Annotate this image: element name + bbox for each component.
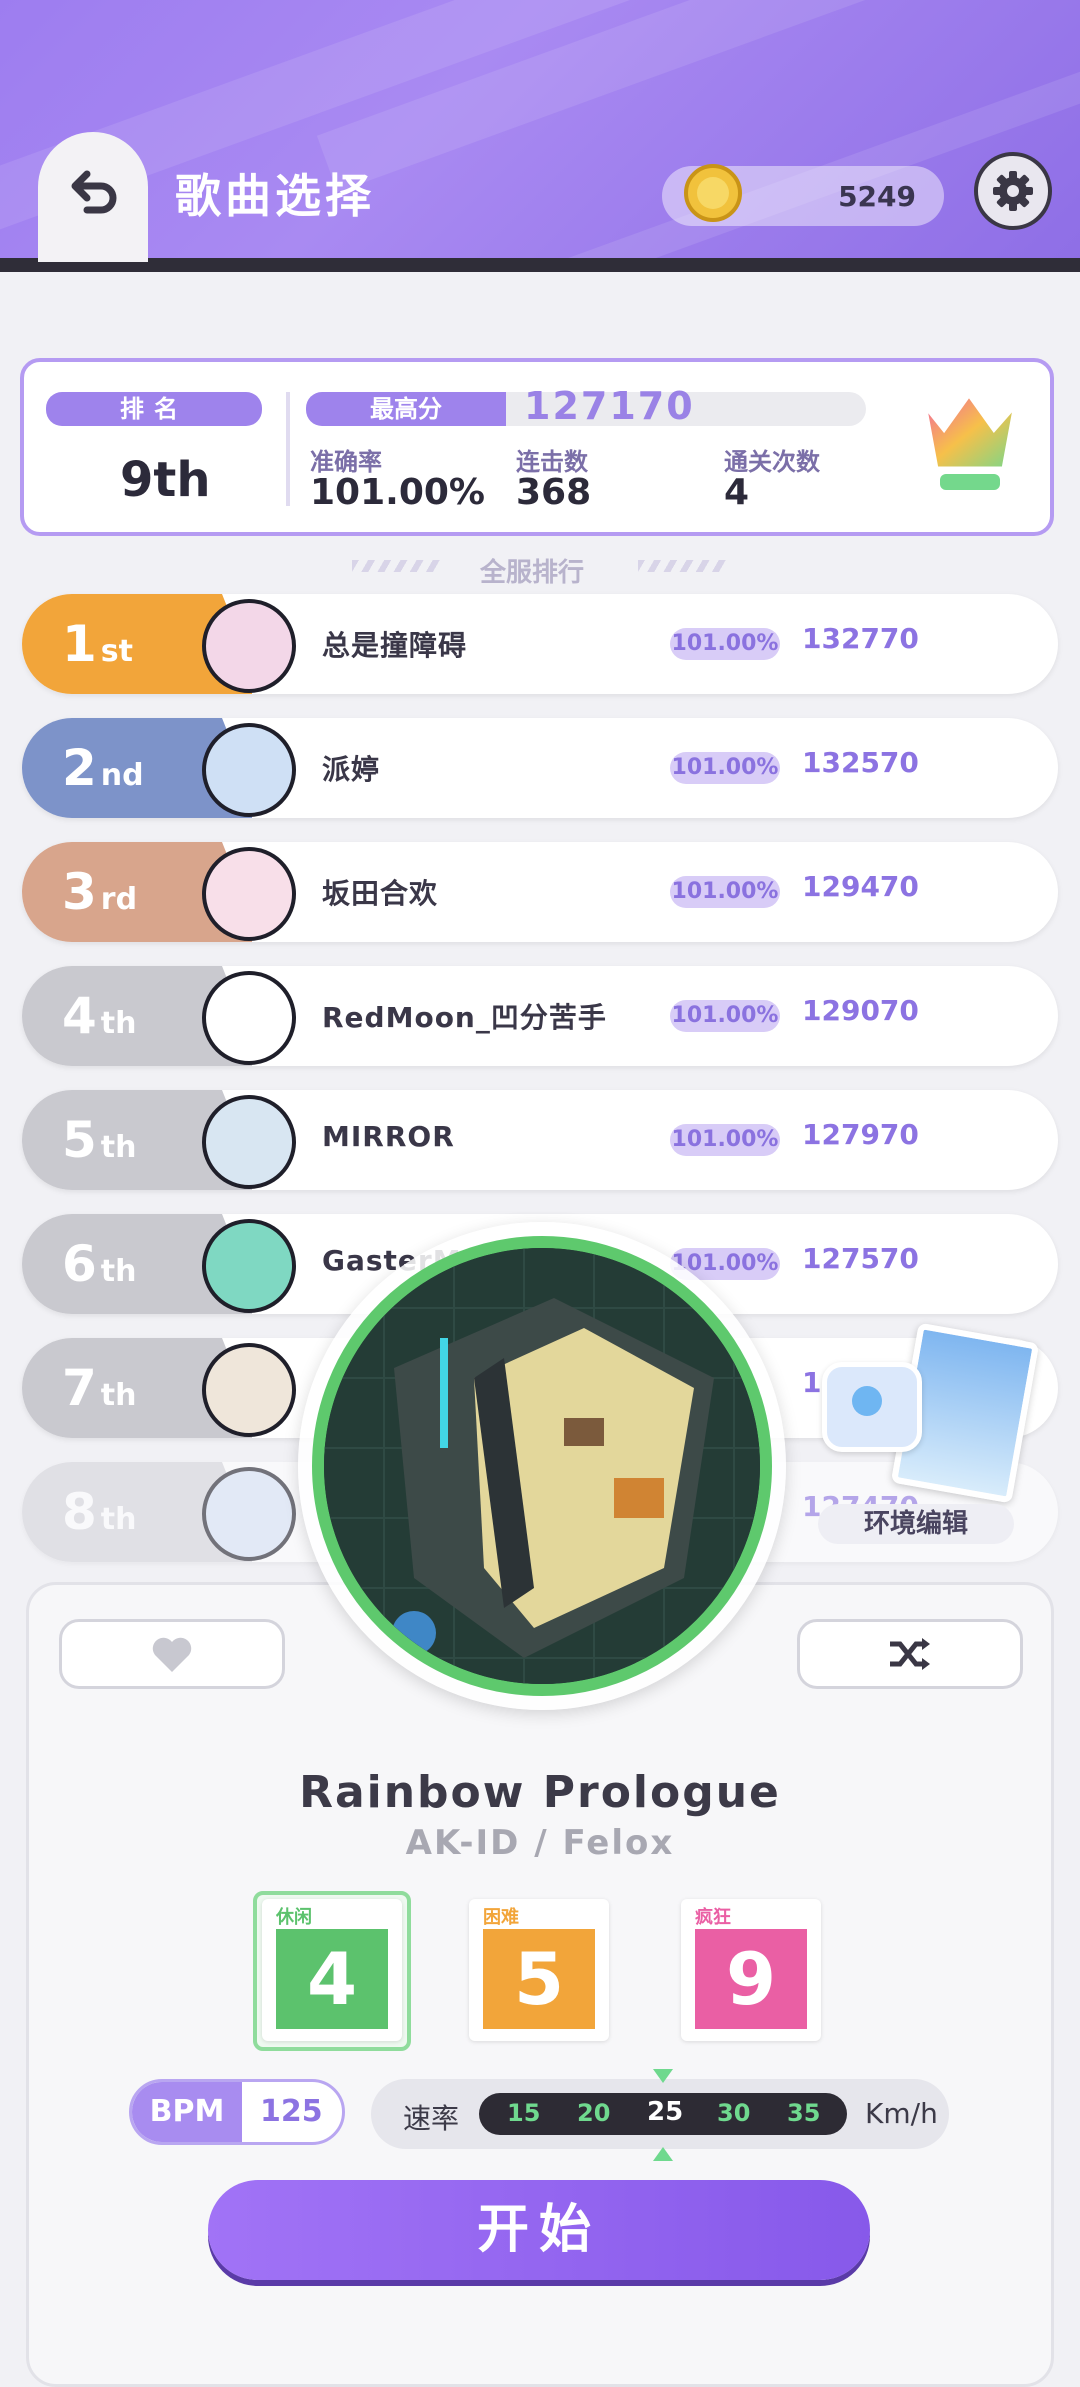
favorite-button[interactable] bbox=[59, 1619, 285, 1689]
rank-suffix: th bbox=[100, 1377, 137, 1413]
song-jacket[interactable] bbox=[312, 1236, 772, 1696]
leaderboard-row[interactable]: 5th MIRROR 101.00% 127970 bbox=[22, 1090, 1058, 1190]
player-avatar bbox=[202, 1219, 296, 1313]
rank-number: 8 bbox=[62, 1483, 97, 1541]
leaderboard-row[interactable]: 1st 总是撞障碍 101.00% 132770 bbox=[22, 594, 1058, 694]
player-avatar bbox=[202, 1343, 296, 1437]
heart-icon bbox=[152, 1637, 192, 1672]
rank-suffix: nd bbox=[100, 757, 144, 793]
difficulty-level: 5 bbox=[483, 1929, 595, 2029]
difficulty-label: 休闲 bbox=[276, 1907, 312, 1928]
page-title: 歌曲选择 bbox=[175, 169, 375, 223]
rank-suffix: rd bbox=[100, 881, 138, 917]
difficulty-crazy[interactable]: 疯狂 9 bbox=[681, 1899, 821, 2041]
bpm-label: BPM bbox=[132, 2082, 242, 2142]
player-score: 127570 bbox=[802, 1242, 919, 1275]
player-score: 129070 bbox=[802, 994, 919, 1027]
player-name: MIRROR bbox=[322, 1120, 455, 1153]
speed-option[interactable]: 15 bbox=[507, 2099, 540, 2127]
player-avatar bbox=[202, 971, 296, 1065]
difficulty-casual[interactable]: 休闲 4 bbox=[262, 1899, 402, 2041]
rank-number: 4 bbox=[62, 987, 97, 1045]
player-avatar bbox=[202, 723, 296, 817]
global-rank-label: 全服排行 bbox=[480, 558, 585, 588]
settings-button[interactable] bbox=[974, 152, 1052, 230]
coin-counter: 5249 bbox=[662, 164, 944, 226]
difficulty-level: 4 bbox=[276, 1929, 388, 2029]
rank-suffix: st bbox=[100, 633, 133, 669]
accuracy-value: 101.00% bbox=[310, 472, 485, 513]
leaderboard-row[interactable]: 3rd 坂田合欢 101.00% 129470 bbox=[22, 842, 1058, 942]
gear-icon bbox=[993, 171, 1033, 211]
environment-edit-button[interactable]: 环境编辑 bbox=[812, 1322, 1040, 1552]
difficulty-hard[interactable]: 困难 5 bbox=[469, 1899, 609, 2041]
difficulty-level: 9 bbox=[695, 1929, 807, 2029]
speed-option[interactable]: 35 bbox=[787, 2099, 820, 2127]
player-score: 129470 bbox=[802, 870, 919, 903]
player-name: 总是撞障碍 bbox=[322, 629, 468, 662]
combo-value: 368 bbox=[516, 472, 592, 513]
leaderboard-row[interactable]: 2nd 派婷 101.00% 132570 bbox=[22, 718, 1058, 818]
difficulty-label: 疯狂 bbox=[695, 1907, 731, 1928]
player-accuracy: 101.00% bbox=[670, 752, 780, 784]
player-avatar bbox=[202, 599, 296, 693]
player-score: 132770 bbox=[802, 622, 919, 655]
best-score-label: 最高分 bbox=[306, 392, 506, 426]
rank-number: 1 bbox=[62, 615, 97, 673]
header bbox=[0, 0, 1080, 272]
player-name: 坂田合欢 bbox=[322, 877, 439, 910]
difficulty-label: 困难 bbox=[483, 1907, 519, 1928]
rank-suffix: th bbox=[100, 1253, 137, 1289]
player-avatar bbox=[202, 847, 296, 941]
player-avatar bbox=[202, 1095, 296, 1189]
shuffle-button[interactable] bbox=[797, 1619, 1023, 1689]
rank-number: 2 bbox=[62, 739, 97, 797]
back-arrow-icon bbox=[71, 170, 117, 214]
player-name: RedMoon_凹分苦手 bbox=[322, 1001, 607, 1034]
speed-option[interactable]: 30 bbox=[717, 2099, 750, 2127]
speed-option[interactable]: 20 bbox=[577, 2099, 610, 2127]
player-score: 132570 bbox=[802, 746, 919, 779]
player-accuracy: 101.00% bbox=[670, 1124, 780, 1156]
bpm-value: 125 bbox=[260, 2094, 323, 2129]
song-jacket-art bbox=[324, 1248, 760, 1684]
speed-unit: Km/h bbox=[865, 2097, 938, 2130]
rank-suffix: th bbox=[100, 1501, 137, 1537]
speed-option-selected[interactable]: 25 bbox=[647, 2097, 683, 2127]
rank-suffix: th bbox=[100, 1129, 137, 1165]
player-avatar bbox=[202, 1467, 296, 1561]
my-score-card: 排名 9th 最高分 127170 准确率 101.00% 连击数 368 通关… bbox=[20, 358, 1054, 536]
trophy-icon bbox=[921, 389, 1021, 490]
rank-number: 5 bbox=[62, 1111, 97, 1169]
rank-suffix: th bbox=[100, 1005, 137, 1041]
song-artist: AK-ID / Felox bbox=[405, 1823, 675, 1863]
player-accuracy: 101.00% bbox=[670, 876, 780, 908]
speed-label: 速率 bbox=[403, 2102, 460, 2135]
shuffle-icon bbox=[890, 1638, 930, 1670]
player-accuracy: 101.00% bbox=[670, 1000, 780, 1032]
bpm-display: BPM 125 bbox=[129, 2079, 345, 2145]
player-name: 派婷 bbox=[322, 753, 381, 786]
rank-number: 6 bbox=[62, 1235, 97, 1293]
rank-label: 排名 bbox=[46, 392, 262, 426]
rank-number: 3 bbox=[62, 863, 97, 921]
rank-value: 9th bbox=[120, 452, 211, 508]
clears-value: 4 bbox=[724, 472, 750, 513]
speed-selector[interactable]: 速率 15 20 25 30 35 Km/h bbox=[371, 2069, 949, 2161]
environment-edit-label: 环境编辑 bbox=[818, 1504, 1014, 1544]
player-accuracy: 101.00% bbox=[670, 628, 780, 660]
song-title: Rainbow Prologue bbox=[299, 1767, 781, 1818]
coin-icon bbox=[684, 164, 742, 222]
best-score-value: 127170 bbox=[524, 384, 695, 428]
leaderboard-row[interactable]: 4th RedMoon_凹分苦手 101.00% 129070 bbox=[22, 966, 1058, 1066]
coin-count: 5249 bbox=[838, 180, 916, 213]
rank-number: 7 bbox=[62, 1359, 97, 1417]
start-button[interactable]: 开始 bbox=[208, 2180, 870, 2280]
player-score: 127970 bbox=[802, 1118, 919, 1151]
back-button[interactable] bbox=[38, 132, 148, 262]
